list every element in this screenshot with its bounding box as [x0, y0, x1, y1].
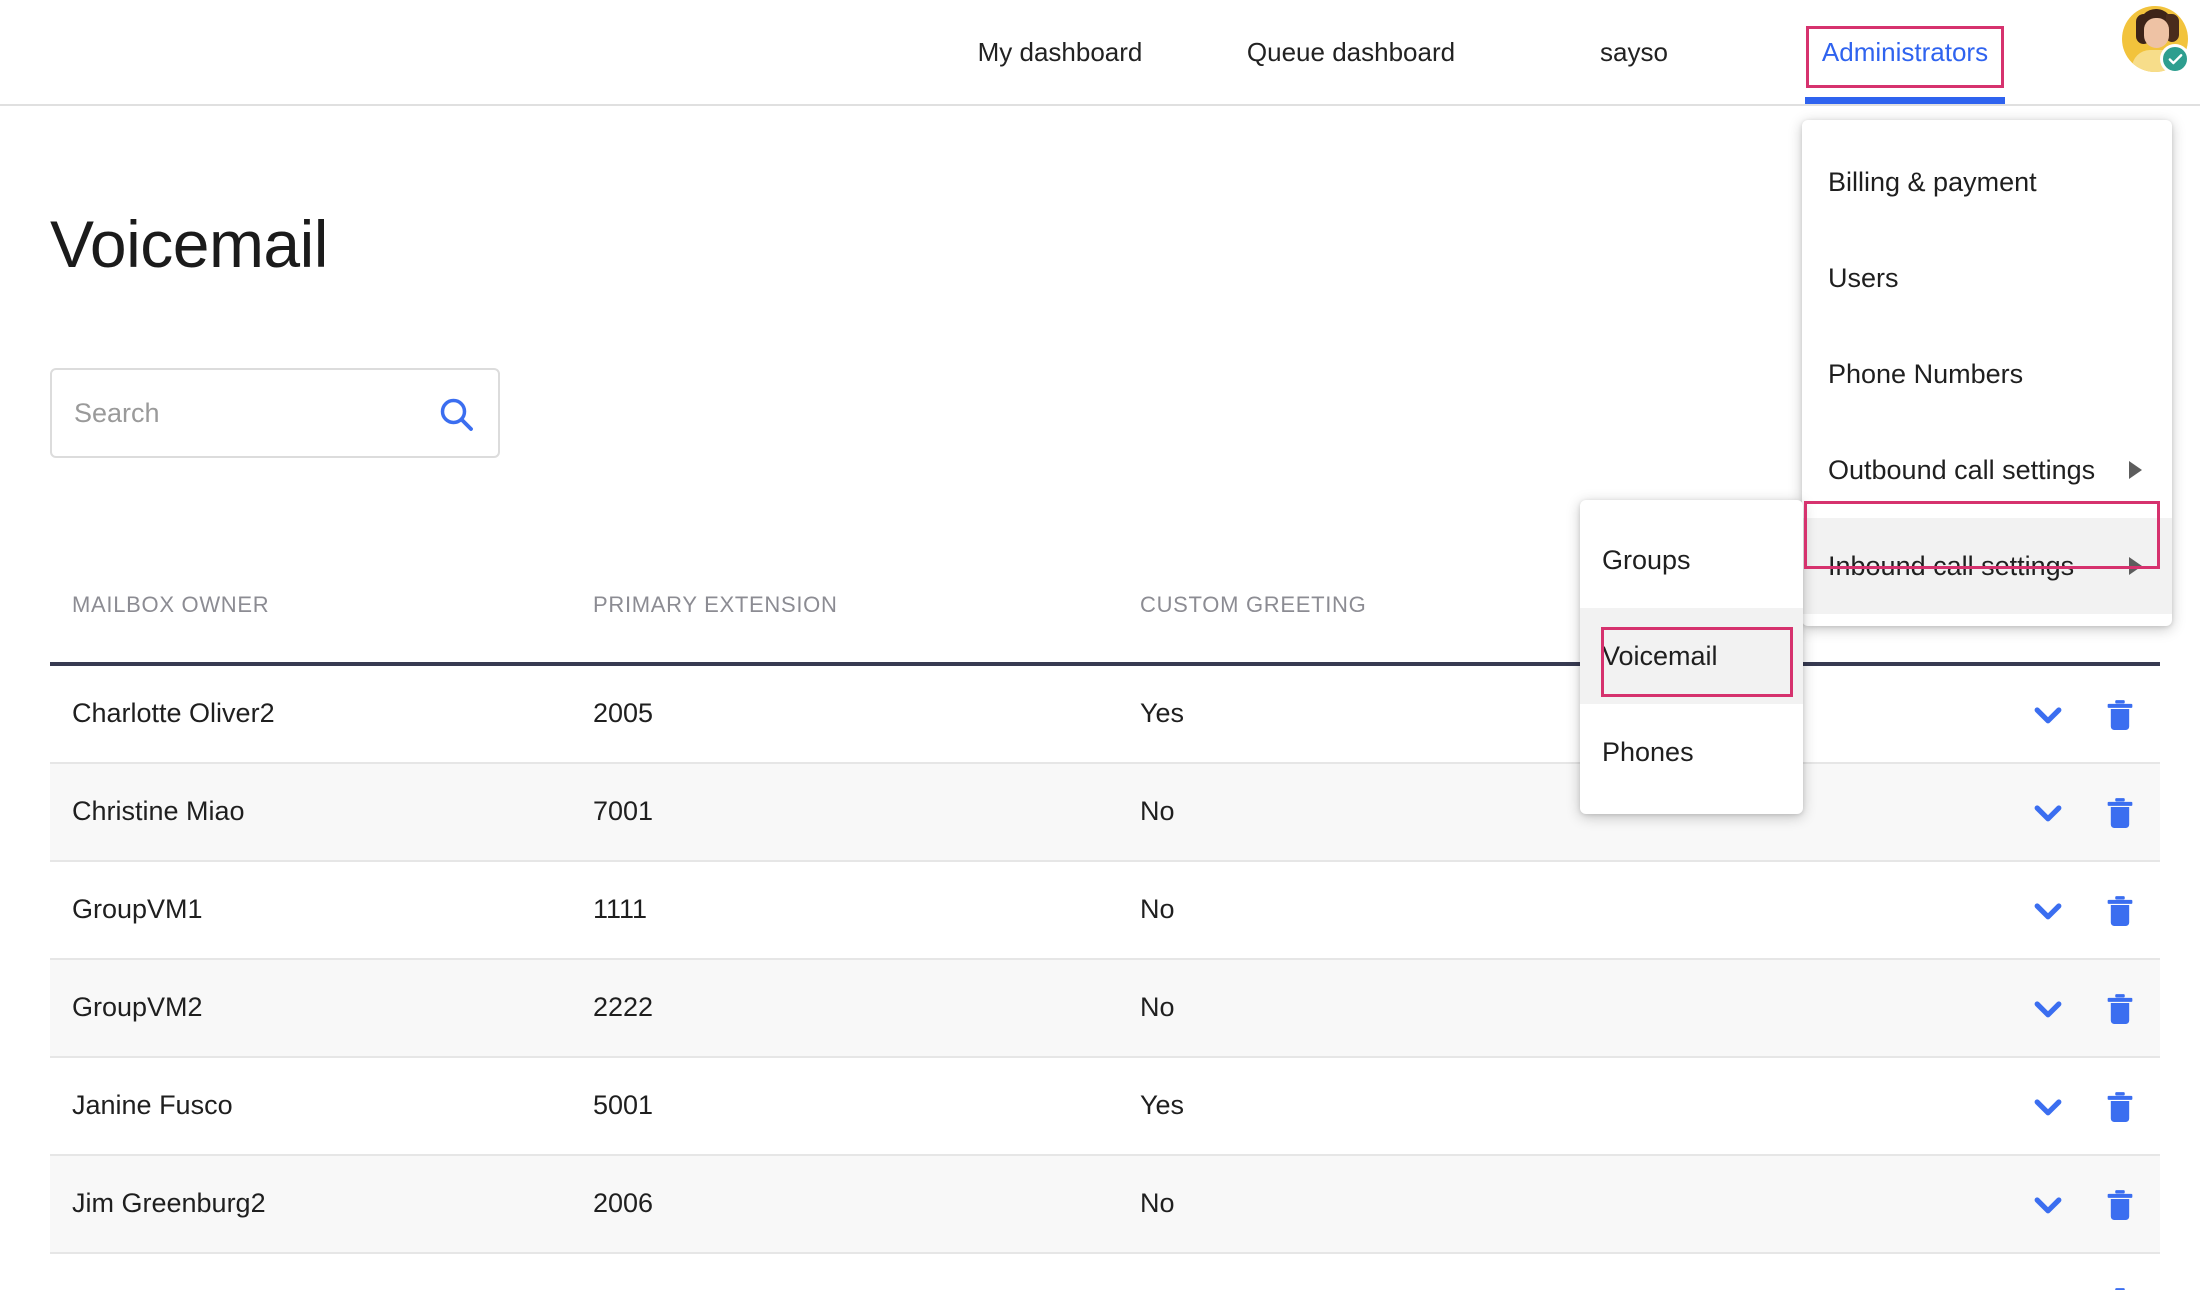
verified-badge-icon	[2160, 44, 2190, 74]
submenu-item-groups[interactable]: Groups	[1580, 512, 1803, 608]
chevron-down-icon[interactable]	[2026, 987, 2070, 1031]
cell-primary-extension: 5001	[593, 1090, 654, 1120]
table-row[interactable]: Janine Fusco 5001 Yes	[50, 1058, 2160, 1156]
menu-item-inbound-call-settings[interactable]: Inbound call settings	[1802, 518, 2172, 614]
cell-mailbox-owner: Charlotte Oliver2	[72, 698, 275, 728]
page-title: Voicemail	[50, 207, 328, 281]
row-actions	[2026, 1254, 2160, 1290]
cell-custom-greeting: No	[1140, 894, 1175, 924]
submenu-item-label: Phones	[1602, 736, 1694, 767]
nav-tab-queue-dashboard[interactable]: Queue dashboard	[1228, 0, 1474, 104]
chevron-down-icon[interactable]	[2026, 889, 2070, 933]
search-input[interactable]	[74, 370, 414, 456]
chevron-right-icon	[2129, 557, 2142, 575]
menu-item-users[interactable]: Users	[1802, 230, 2172, 326]
cell-custom-greeting: Yes	[1140, 1090, 1185, 1120]
nav-tab-administrators[interactable]: Administrators	[1805, 0, 2005, 104]
cell-primary-extension: 7001	[593, 796, 654, 826]
table-row[interactable]: John Riordan 8001 No	[50, 1254, 2160, 1290]
cell-primary-extension: 2005	[593, 698, 654, 728]
column-header-primary-extension: PRIMARY EXTENSION	[593, 592, 838, 617]
trash-icon[interactable]	[2098, 1085, 2142, 1129]
trash-icon[interactable]	[2098, 1183, 2142, 1227]
search-box[interactable]	[50, 368, 500, 458]
inbound-call-settings-submenu: Groups Voicemail Phones	[1580, 500, 1803, 814]
cell-mailbox-owner: Janine Fusco	[72, 1090, 233, 1120]
menu-item-label: Users	[1828, 262, 1899, 293]
menu-item-billing-payment[interactable]: Billing & payment	[1802, 134, 2172, 230]
row-actions	[2026, 960, 2160, 1058]
menu-item-label: Inbound call settings	[1828, 550, 2075, 581]
trash-icon[interactable]	[2098, 693, 2142, 737]
cell-custom-greeting: No	[1140, 1188, 1175, 1218]
column-header-mailbox-owner: MAILBOX OWNER	[72, 592, 270, 617]
voicemail-table: MAILBOX OWNER PRIMARY EXTENSION CUSTOM G…	[50, 584, 2160, 1290]
menu-item-label: Phone Numbers	[1828, 358, 2024, 389]
user-avatar-menu[interactable]	[2122, 6, 2190, 74]
trash-icon[interactable]	[2098, 791, 2142, 835]
menu-item-outbound-call-settings[interactable]: Outbound call settings	[1802, 422, 2172, 518]
nav-tab-sayso[interactable]: sayso	[1588, 0, 1680, 104]
row-actions	[2026, 666, 2160, 764]
chevron-right-icon	[2129, 461, 2142, 479]
administrators-dropdown-menu: Billing & payment Users Phone Numbers Ou…	[1802, 120, 2172, 626]
row-actions	[2026, 764, 2160, 862]
nav-tab-label: sayso	[1600, 37, 1668, 67]
cell-primary-extension: 2006	[593, 1188, 654, 1218]
chevron-down-icon[interactable]	[2026, 791, 2070, 835]
top-navigation-bar: My dashboard Queue dashboard sayso Admin…	[0, 0, 2200, 106]
cell-custom-greeting: Yes	[1140, 698, 1185, 728]
chevron-down-icon[interactable]	[2026, 1183, 2070, 1227]
menu-item-label: Billing & payment	[1828, 166, 2037, 197]
chevron-down-icon[interactable]	[2026, 1085, 2070, 1129]
submenu-item-label: Groups	[1602, 544, 1691, 575]
app-root: My dashboard Queue dashboard sayso Admin…	[0, 0, 2200, 1290]
cell-primary-extension: 8001	[593, 1286, 653, 1290]
cell-custom-greeting: No	[1140, 992, 1175, 1022]
row-actions	[2026, 862, 2160, 960]
nav-tab-my-dashboard[interactable]: My dashboard	[960, 0, 1160, 104]
cell-mailbox-owner: GroupVM2	[72, 992, 203, 1022]
cell-custom-greeting: No	[1140, 1286, 1175, 1290]
table-row[interactable]: Christine Miao 7001 No	[50, 764, 2160, 862]
cell-mailbox-owner: Jim Greenburg2	[72, 1188, 266, 1218]
cell-mailbox-owner: Christine Miao	[72, 796, 245, 826]
row-actions	[2026, 1058, 2160, 1156]
submenu-item-voicemail[interactable]: Voicemail	[1580, 608, 1803, 704]
trash-icon[interactable]	[2098, 889, 2142, 933]
submenu-item-phones[interactable]: Phones	[1580, 704, 1803, 800]
table-row[interactable]: GroupVM2 2222 No	[50, 960, 2160, 1058]
nav-tab-label: Queue dashboard	[1246, 37, 1456, 67]
trash-icon[interactable]	[2098, 987, 2142, 1031]
nav-tab-label: My dashboard	[977, 37, 1143, 67]
cell-mailbox-owner: GroupVM1	[72, 894, 203, 924]
search-icon[interactable]	[436, 394, 476, 434]
table-body: Charlotte Oliver2 2005 Yes Christine Miao 70…	[50, 666, 2160, 1290]
cell-primary-extension: 2222	[593, 992, 654, 1022]
menu-item-label: Outbound call settings	[1828, 454, 2096, 485]
submenu-item-label: Voicemail	[1602, 640, 1718, 671]
row-actions	[2026, 1156, 2160, 1254]
column-header-custom-greeting: CUSTOM GREETING	[1140, 592, 1367, 617]
trash-icon[interactable]	[2098, 1281, 2142, 1290]
menu-item-phone-numbers[interactable]: Phone Numbers	[1802, 326, 2172, 422]
cell-custom-greeting: No	[1140, 796, 1175, 826]
avatar-face	[2144, 18, 2169, 48]
chevron-down-icon[interactable]	[2026, 1281, 2070, 1290]
chevron-down-icon[interactable]	[2026, 693, 2070, 737]
table-row[interactable]: GroupVM1 1111 No	[50, 862, 2160, 960]
table-row[interactable]: Charlotte Oliver2 2005 Yes	[50, 666, 2160, 764]
active-tab-underline	[1805, 97, 2005, 104]
cell-mailbox-owner: John Riordan	[72, 1286, 233, 1290]
cell-primary-extension: 1111	[593, 894, 648, 924]
table-row[interactable]: Jim Greenburg2 2006 No	[50, 1156, 2160, 1254]
nav-tab-label: Administrators	[1821, 37, 1989, 67]
